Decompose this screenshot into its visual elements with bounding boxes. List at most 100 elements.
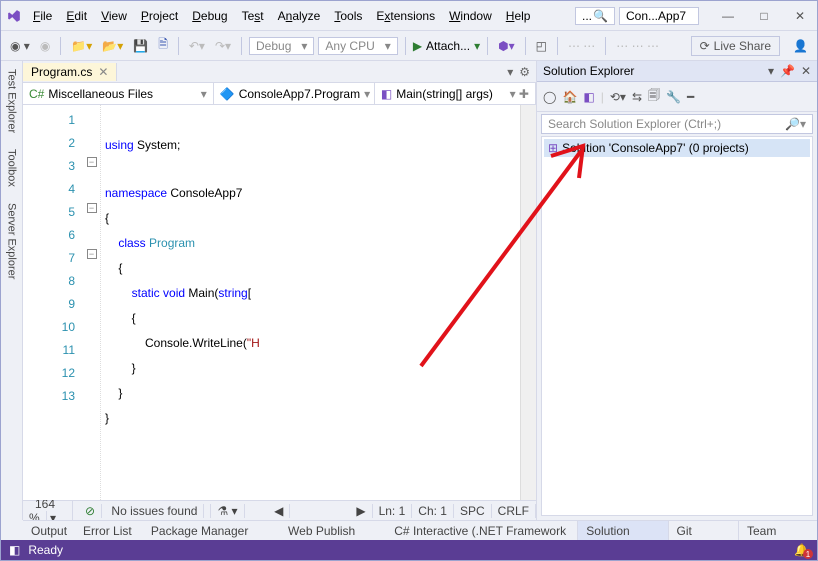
new-project-button[interactable]: 📁▾ <box>68 37 95 55</box>
editor-statusbar: 164 % ▾ ⊘ No issues found ⚗ ▾ ◀ ▶ Ln: 1 … <box>23 500 536 520</box>
search-icon: 🔍 <box>593 9 608 23</box>
bottom-tool-tabs: Output Error List ... Package Manager Co… <box>23 520 817 540</box>
code-editor[interactable]: 12345678910111213 − − − using System; na… <box>23 105 536 500</box>
panel-collapse-icon[interactable]: ⇆ <box>632 90 642 104</box>
panel-search[interactable]: Search Solution Explorer (Ctrl+;)🔎▾ <box>541 114 813 134</box>
solution-tree[interactable]: ⊞ Solution 'ConsoleApp7' (0 projects) <box>541 136 813 516</box>
fold-column[interactable]: − − − <box>83 105 101 500</box>
quick-search[interactable]: ...🔍 <box>575 7 615 25</box>
panel-showall-icon[interactable]: 🗐 <box>648 86 660 107</box>
eol-indicator[interactable]: CRLF <box>492 504 536 518</box>
menu-test[interactable]: Test <box>236 5 270 27</box>
notifications-button[interactable]: 🔔1 <box>794 543 809 557</box>
side-tab-test-explorer[interactable]: Test Explorer <box>4 63 20 139</box>
side-tab-toolbox[interactable]: Toolbox <box>4 143 20 193</box>
account-button[interactable]: 👤 <box>790 37 811 55</box>
vs-logo-icon <box>7 9 21 23</box>
method-icon: ◧ <box>381 87 392 101</box>
menu-edit[interactable]: Edit <box>60 5 93 27</box>
maximize-button[interactable]: □ <box>747 4 781 28</box>
solution-node[interactable]: ⊞ Solution 'ConsoleApp7' (0 projects) <box>544 139 810 157</box>
tab-pmc[interactable]: Package Manager Console <box>143 521 280 540</box>
tab-web-publish[interactable]: Web Publish Activity <box>280 521 386 540</box>
panel-close-icon[interactable]: ✕ <box>801 64 811 78</box>
side-tab-server-explorer[interactable]: Server Explorer <box>4 197 20 285</box>
save-all-button[interactable]: 🗎 <box>155 33 171 58</box>
panel-preview-icon[interactable]: ━ <box>687 90 694 104</box>
tab-output[interactable]: Output <box>23 521 75 540</box>
left-tool-tabs: Test Explorer Toolbox Server Explorer <box>1 61 23 520</box>
line-indicator[interactable]: Ln: 1 <box>373 504 413 518</box>
status-mode-icon: ◧ <box>9 543 20 557</box>
menu-tools[interactable]: Tools <box>328 5 368 27</box>
tab-git-changes[interactable]: Git Changes <box>668 521 738 540</box>
tb-overflow2[interactable]: ⋯ ⋯ ⋯ <box>613 37 662 55</box>
issues-status[interactable]: ⊘ No issues found <box>73 504 211 518</box>
nav-fwd-button[interactable]: ◉ <box>37 37 53 55</box>
tb-misc2[interactable]: ◰ <box>533 37 550 55</box>
panel-titlebar[interactable]: Solution Explorer ▾📌✕ <box>537 61 817 82</box>
nav-member-combo[interactable]: ◧Main(string[] args)▾ ✚ <box>375 83 536 104</box>
menu-debug[interactable]: Debug <box>186 5 233 27</box>
live-share-button[interactable]: ⟳ Live Share <box>691 36 780 56</box>
tb-misc1[interactable]: ⬢▾ <box>495 37 518 55</box>
statusbar: ◧ Ready 🔔1 <box>1 540 817 560</box>
menu-project[interactable]: Project <box>135 5 184 27</box>
tab-team-explorer[interactable]: Team Explorer <box>738 521 817 540</box>
close-button[interactable]: ✕ <box>783 4 817 28</box>
menu-help[interactable]: Help <box>500 5 537 27</box>
csharp-icon: C# <box>29 87 44 101</box>
code-text[interactable]: using System; namespace ConsoleApp7 { cl… <box>101 105 520 500</box>
panel-home-icon[interactable]: 🏠 <box>562 90 577 104</box>
redo-button[interactable]: ↷▾ <box>212 37 234 55</box>
document-tab[interactable]: Program.cs✕ <box>23 63 117 81</box>
editor-area: Program.cs✕ ▾⚙ C#Miscellaneous Files▾ 🔷C… <box>23 61 537 520</box>
menu-view[interactable]: View <box>95 5 133 27</box>
panel-refresh-icon[interactable]: ⟲▾ <box>610 90 626 104</box>
menu-extensions[interactable]: Extensions <box>370 5 441 27</box>
minimize-button[interactable]: — <box>711 4 745 28</box>
class-icon: 🔷 <box>220 87 235 101</box>
panel-back-icon[interactable]: ◯ <box>543 90 556 104</box>
panel-toolbar: ◯ 🏠 ◧ | ⟲▾ ⇆ 🗐 🔧 ━ <box>537 82 817 112</box>
hscroll-left[interactable]: ◀ <box>268 504 290 518</box>
panel-dropdown-icon[interactable]: ▾ <box>768 64 774 78</box>
tab-error-list[interactable]: Error List ... <box>75 521 143 540</box>
vertical-scrollbar[interactable] <box>520 105 536 500</box>
line-numbers: 12345678910111213 <box>23 105 83 500</box>
main-menu: FFileile Edit View Project Debug Test An… <box>27 5 536 27</box>
indent-indicator[interactable]: SPC <box>454 504 492 518</box>
tab-close-icon[interactable]: ✕ <box>98 65 108 79</box>
solution-title[interactable]: Con...App7 <box>619 7 699 25</box>
tb-overflow1[interactable]: ⋯ ⋯ <box>565 37 598 55</box>
health-icon[interactable]: ⚗ ▾ <box>211 504 244 518</box>
solution-icon: ⊞ <box>548 141 558 155</box>
search-go-icon[interactable]: 🔎▾ <box>785 117 806 131</box>
tab-pin-icon[interactable]: ⚙ <box>519 65 530 79</box>
config-combo[interactable]: Debug▾ <box>249 37 314 55</box>
menu-window[interactable]: Window <box>443 5 498 27</box>
undo-button[interactable]: ↶▾ <box>186 37 208 55</box>
tab-csharp-interactive[interactable]: C# Interactive (.NET Framework 64-bit) <box>386 521 577 540</box>
start-button[interactable]: ▶ Attach... ▾ <box>413 39 480 53</box>
nav-back-button[interactable]: ◉ ▾ <box>7 37 33 55</box>
nav-scope-combo[interactable]: C#Miscellaneous Files▾ <box>23 83 214 104</box>
tab-dropdown-icon[interactable]: ▾ <box>507 65 513 79</box>
navigation-bar: C#Miscellaneous Files▾ 🔷ConsoleApp7.Prog… <box>23 83 536 105</box>
menu-file[interactable]: FFileile <box>27 5 58 27</box>
menu-analyze[interactable]: Analyze <box>272 5 327 27</box>
platform-combo[interactable]: Any CPU▾ <box>318 37 397 55</box>
panel-properties-icon[interactable]: 🔧 <box>666 90 681 104</box>
panel-pin-icon[interactable]: 📌 <box>780 64 795 78</box>
hscroll-right[interactable]: ▶ <box>350 504 372 518</box>
nav-class-combo[interactable]: 🔷ConsoleApp7.Program▾ <box>214 83 375 104</box>
open-button[interactable]: 📂▾ <box>99 37 126 55</box>
panel-sync-icon[interactable]: ◧ <box>583 90 594 104</box>
col-indicator[interactable]: Ch: 1 <box>412 504 454 518</box>
solution-explorer-panel: Solution Explorer ▾📌✕ ◯ 🏠 ◧ | ⟲▾ ⇆ 🗐 🔧 ━… <box>537 61 817 520</box>
save-button[interactable]: 💾 <box>130 37 151 55</box>
status-ready: Ready <box>28 543 63 557</box>
tab-solution-explorer[interactable]: Solution Explorer <box>577 521 667 540</box>
main-toolbar: ◉ ▾ ◉ 📁▾ 📂▾ 💾 🗎 ↶▾ ↷▾ Debug▾ Any CPU▾ ▶ … <box>1 31 817 61</box>
titlebar: FFileile Edit View Project Debug Test An… <box>1 1 817 31</box>
